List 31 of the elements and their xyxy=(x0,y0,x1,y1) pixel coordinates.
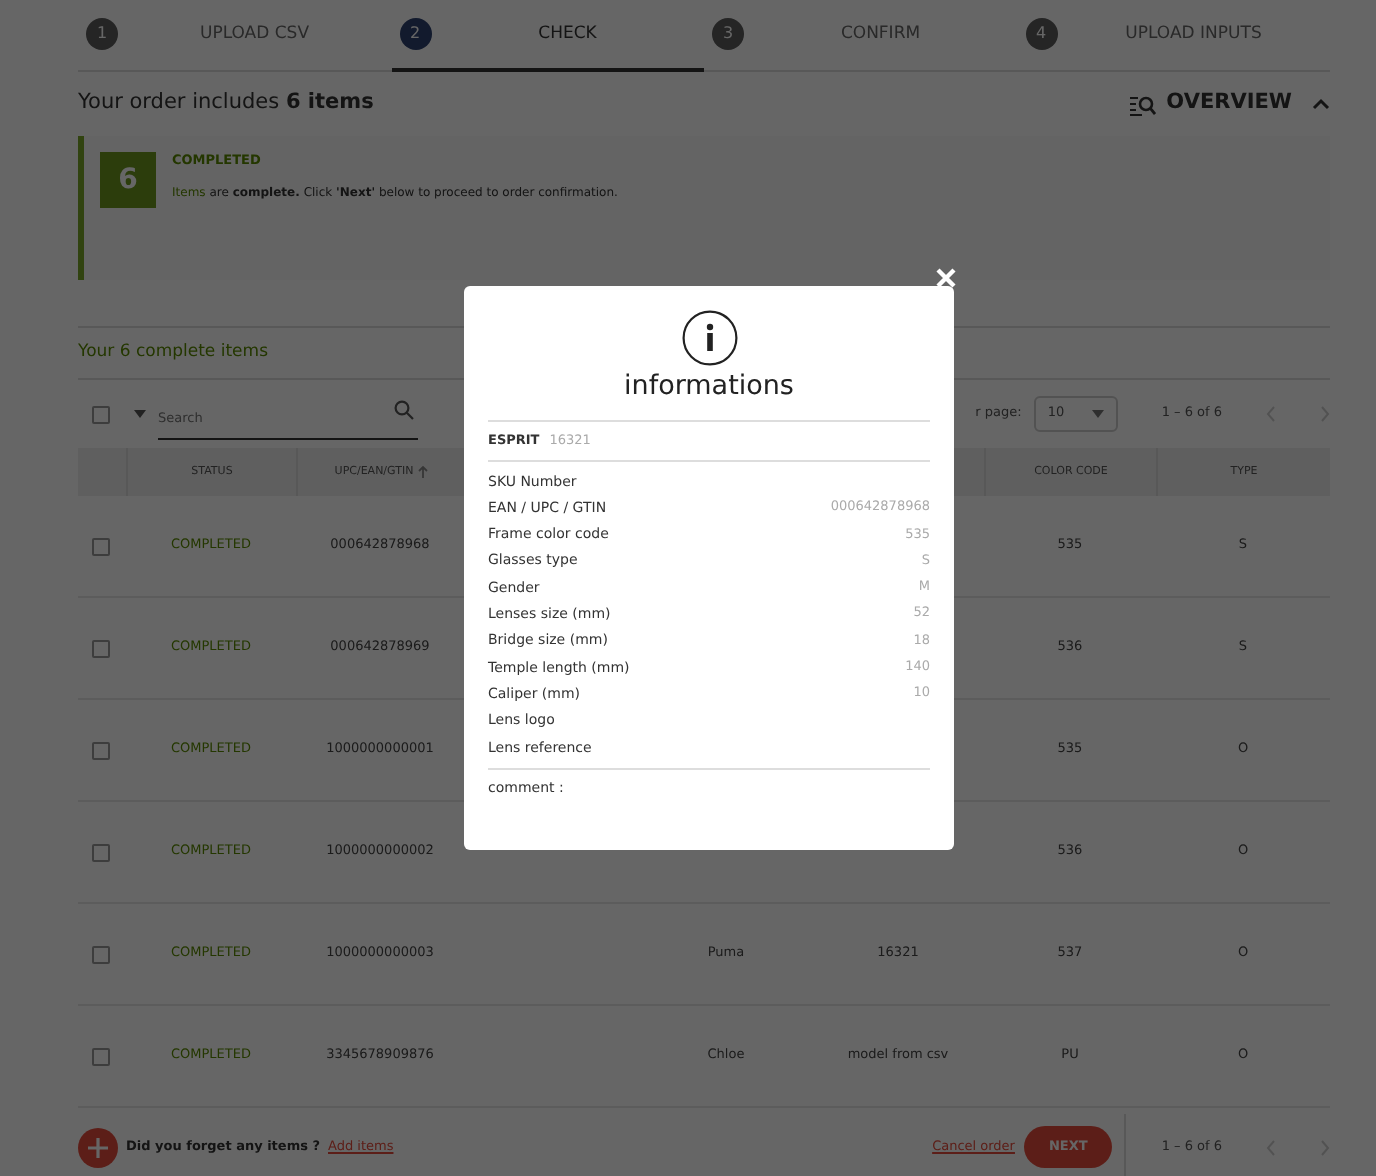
completed-count: 6 xyxy=(100,152,156,208)
list-search-icon xyxy=(1130,93,1157,115)
step-label: UPLOAD CSV xyxy=(197,21,312,47)
plus-icon xyxy=(88,1137,108,1157)
caret-icon xyxy=(1091,410,1104,418)
step-tab[interactable]: 4 UPLOAD INPUTS xyxy=(1017,0,1330,72)
overview-toggle[interactable]: OVERVIEW xyxy=(1130,88,1330,120)
step-tab[interactable]: 3 CONFIRM xyxy=(704,0,1017,72)
row-checkbox[interactable] xyxy=(92,946,110,964)
step-label: CONFIRM xyxy=(838,21,923,47)
step-number: 4 xyxy=(1025,18,1057,50)
select-all-checkbox[interactable] xyxy=(92,405,110,423)
step-number: 3 xyxy=(712,18,744,50)
row-checkbox[interactable] xyxy=(92,1048,110,1066)
info-icon xyxy=(681,310,737,366)
row-checkbox[interactable] xyxy=(92,742,110,760)
step-number: 2 xyxy=(399,18,431,50)
dialog-title: informations xyxy=(622,370,796,403)
row-checkbox[interactable] xyxy=(92,538,110,556)
step-label: CHECK xyxy=(536,21,599,47)
order-summary: Your order includes 6 items xyxy=(78,88,374,119)
search-icon[interactable] xyxy=(394,399,414,420)
row-checkbox[interactable] xyxy=(92,844,110,862)
step-number: 1 xyxy=(86,18,118,50)
step-tab[interactable]: 2 CHECK xyxy=(391,0,704,72)
add-button[interactable] xyxy=(78,1127,118,1167)
row-checkbox[interactable] xyxy=(92,640,110,658)
section-title: Your 6 complete items xyxy=(78,340,268,366)
step-label: UPLOAD INPUTS xyxy=(1123,21,1264,47)
step-tab[interactable]: 1 UPLOAD CSV xyxy=(78,0,391,72)
caret-icon[interactable] xyxy=(134,410,146,418)
